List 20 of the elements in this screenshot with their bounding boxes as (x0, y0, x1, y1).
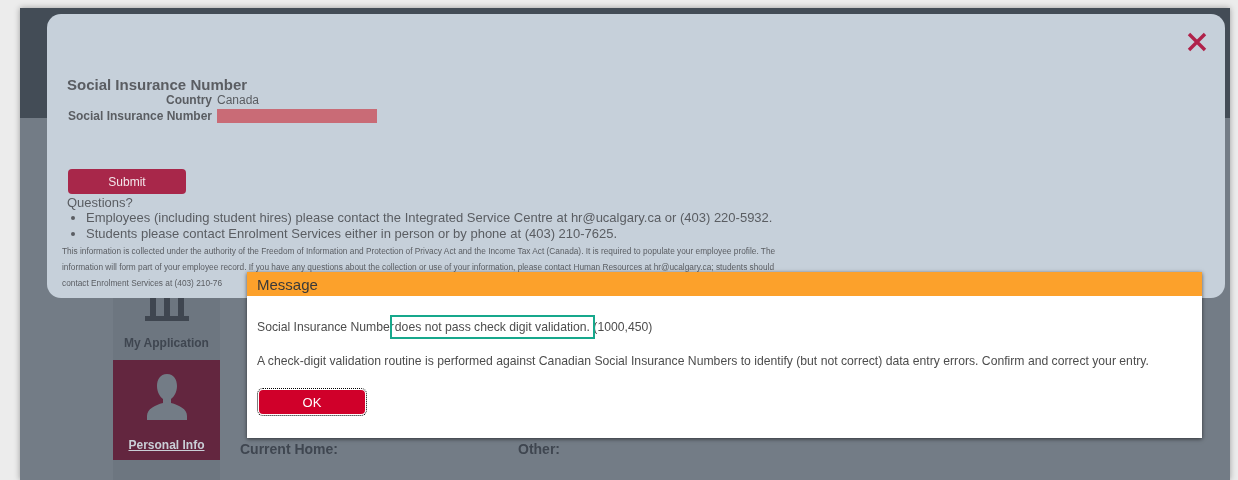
validation-note: A check-digit validation routine is performed against Canadian Social Insurance Numbers to identify (but not correct) data entry errors. Confirm and correct your entry. (257, 354, 1149, 368)
privacy-notice-line: contact Enrolment Services at (403) 210-76 (62, 277, 223, 290)
close-icon[interactable] (1187, 32, 1207, 52)
form-title: Social Insurance Number (67, 76, 249, 93)
sidebar-label[interactable]: Personal Info (128, 438, 205, 452)
field-label: Social Insurance Number (66, 109, 212, 123)
bullet-icon (71, 216, 75, 220)
privacy-notice-line: This information is collected under the authority of the Freedom of Information and Protection of Privacy Act and the Income Tax Act (Canada). It is required to populate your employee profile. The (62, 245, 776, 258)
submit-button[interactable]: Submit (68, 169, 186, 194)
dialog-title: Message (257, 275, 318, 293)
contact-text: Students please contact Enrolment Services either in person or by phone at (403) 210-7625. (86, 226, 618, 242)
questions-heading: Questions? (67, 195, 134, 210)
field-label: Country (165, 93, 212, 107)
contact-text: Employees (including student hires) please contact the Integrated Service Centre at hr@ucalgary.ca or (403) 220-5932. (86, 210, 773, 226)
bullet-icon (71, 232, 75, 236)
sidebar-tile[interactable]: Personal Info (113, 360, 220, 460)
ok-button[interactable]: OK (259, 390, 365, 414)
field-value: Canada (217, 93, 261, 107)
columns-icon (144, 298, 189, 322)
privacy-notice-line: information will form part of your employee record. If you have any questions about the collection or use of your information, please contact Human Resources at hr@ucalgary.ca; students should (62, 261, 775, 274)
